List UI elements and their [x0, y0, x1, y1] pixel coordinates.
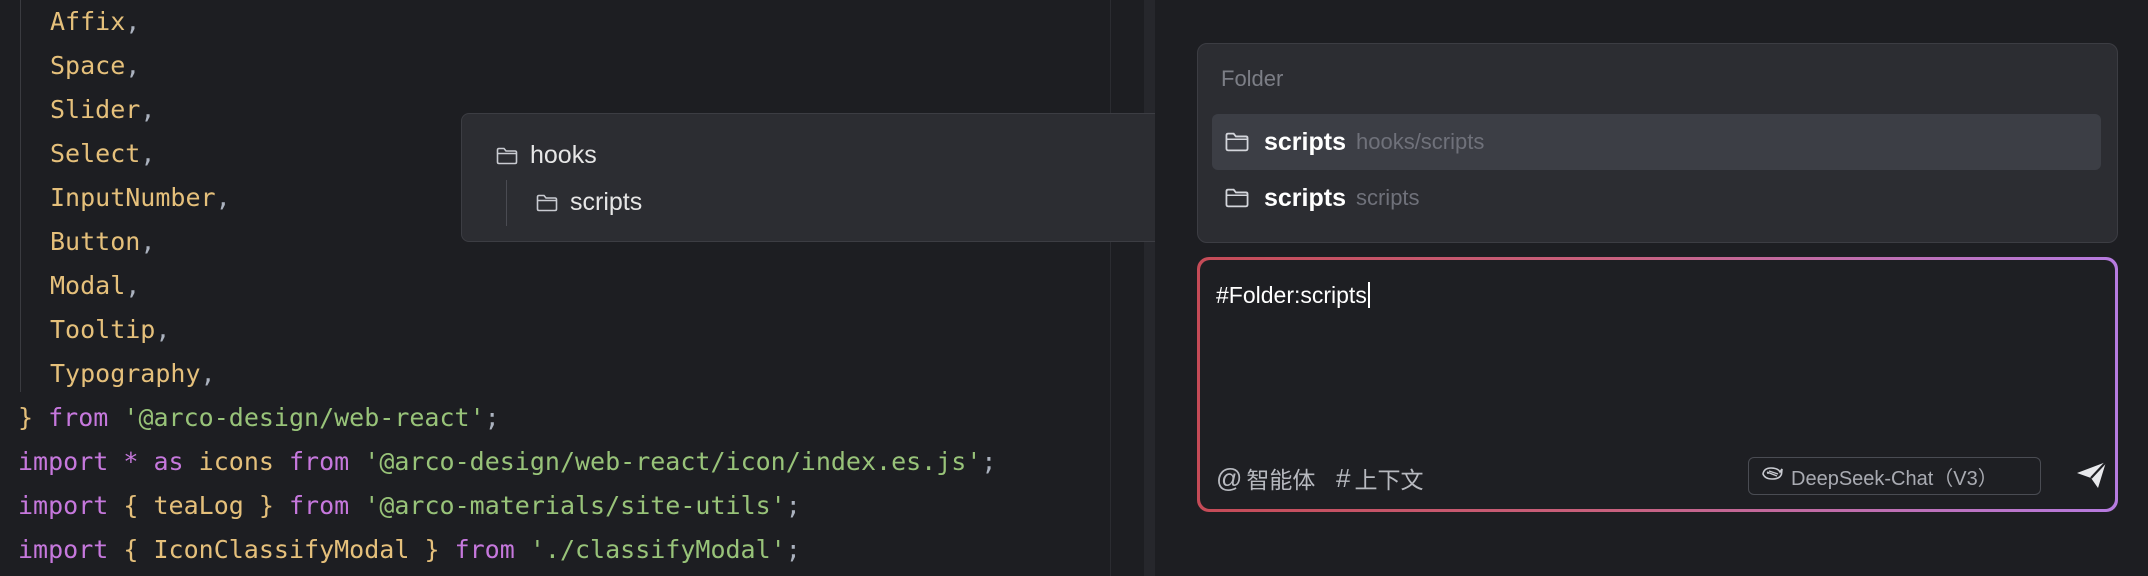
- comma: ,: [125, 51, 141, 80]
- tree-indent-guide: [506, 180, 507, 226]
- folder-icon: [1224, 188, 1250, 208]
- keyword: as: [153, 447, 184, 476]
- folder-tree-preview: hooks scripts: [461, 113, 1178, 242]
- folder-suggestion-popup: Folder scripts hooks/scripts scripts scr…: [1197, 43, 2118, 243]
- comma: ,: [140, 139, 156, 168]
- code-line: Affix,: [50, 0, 140, 44]
- chat-input-inner[interactable]: #Folder:scripts @ 智能体 # 上下文 DeepSeek-Cha…: [1200, 260, 2115, 509]
- send-button[interactable]: [2072, 459, 2112, 495]
- operator: *: [123, 447, 139, 476]
- import-name: Affix: [50, 7, 126, 36]
- brace: {: [123, 535, 139, 564]
- code-line: Slider,: [50, 88, 155, 132]
- agent-button-label: 智能体: [1246, 467, 1316, 493]
- folder-icon: [496, 147, 518, 165]
- app-window: Affix, Space, Slider, Select, InputNumbe…: [0, 0, 2148, 576]
- model-selector-label: DeepSeek-Chat（V3）: [1791, 467, 1998, 490]
- agent-button[interactable]: @ 智能体: [1216, 460, 1315, 496]
- chat-input-value: #Folder:scripts: [1216, 282, 1367, 308]
- comma: ,: [140, 95, 156, 124]
- code-line: Space,: [50, 44, 140, 88]
- code-line: import { IconClassifyModal } from './cla…: [18, 528, 801, 572]
- context-button-label: 上下文: [1354, 467, 1424, 493]
- semicolon: ;: [785, 535, 801, 564]
- keyword: import: [18, 447, 109, 476]
- keyword: from: [454, 535, 515, 564]
- suggestion-name: scripts: [1264, 183, 1346, 212]
- folder-icon: [536, 194, 558, 212]
- identifier: icons: [198, 447, 274, 476]
- code-line: } from '@arco-design/web-react';: [18, 396, 500, 440]
- string-literal: '@arco-materials/site-utils': [364, 491, 786, 520]
- semicolon: ;: [981, 447, 997, 476]
- import-name: InputNumber: [50, 183, 216, 212]
- code-line: Typography,: [50, 352, 216, 396]
- comma: ,: [125, 271, 141, 300]
- keyword: from: [48, 403, 109, 432]
- model-selector[interactable]: DeepSeek-Chat（V3）: [1748, 457, 2041, 495]
- code-editor[interactable]: Affix, Space, Slider, Select, InputNumbe…: [0, 0, 1110, 576]
- semicolon: ;: [785, 491, 801, 520]
- tree-item-label: scripts: [570, 188, 643, 216]
- import-name: Tooltip: [50, 315, 156, 344]
- editor-ruler: [1110, 0, 1111, 576]
- comma: ,: [125, 7, 141, 36]
- code-line: import { teaLog } from '@arco-materials/…: [18, 484, 801, 528]
- chat-input-box[interactable]: #Folder:scripts @ 智能体 # 上下文 DeepSeek-Cha…: [1197, 257, 2118, 512]
- string-literal: '@arco-design/web-react': [123, 403, 485, 432]
- send-icon: [2075, 460, 2109, 495]
- import-name: Select: [50, 139, 141, 168]
- brace: }: [424, 535, 440, 564]
- import-name: Space: [50, 51, 126, 80]
- suggestion-item[interactable]: scripts hooks/scripts: [1212, 114, 2101, 170]
- chat-input[interactable]: #Folder:scripts: [1216, 282, 1370, 309]
- code-line: Button,: [50, 220, 155, 264]
- chat-panel: Folder scripts hooks/scripts scripts scr…: [1155, 0, 2148, 576]
- indent-guide: [20, 0, 21, 392]
- brace: {: [123, 491, 139, 520]
- suggestion-header: Folder: [1221, 66, 1284, 91]
- suggestion-name: scripts: [1264, 127, 1346, 156]
- comma: ,: [155, 315, 171, 344]
- import-name: Modal: [50, 271, 126, 300]
- tree-item-label: hooks: [530, 141, 597, 169]
- brace: }: [258, 491, 274, 520]
- keyword: import: [18, 535, 109, 564]
- tree-item-hooks[interactable]: hooks: [496, 141, 597, 170]
- semicolon: ;: [484, 403, 500, 432]
- code-line: Modal,: [50, 264, 140, 308]
- comma: ,: [215, 183, 231, 212]
- string-literal: './classifyModal': [529, 535, 786, 564]
- brace: }: [18, 403, 34, 432]
- suggestion-item[interactable]: scripts scripts: [1212, 170, 2101, 226]
- suggestion-path: scripts: [1355, 185, 1420, 210]
- import-name: Typography: [50, 359, 201, 388]
- code-line: import * as icons from '@arco-design/web…: [18, 440, 996, 484]
- tree-item-scripts[interactable]: scripts: [536, 188, 642, 217]
- import-name: Button: [50, 227, 141, 256]
- keyword: from: [289, 491, 350, 520]
- at-icon: @: [1216, 462, 1243, 493]
- keyword: from: [289, 447, 350, 476]
- keyword: import: [18, 491, 109, 520]
- panel-divider[interactable]: [1144, 0, 1155, 576]
- comma: ,: [140, 227, 156, 256]
- code-line: InputNumber,: [50, 176, 231, 220]
- whale-icon: [1761, 463, 1783, 489]
- string-literal: '@arco-design/web-react/icon/index.es.js…: [364, 447, 982, 476]
- import-name: Slider: [50, 95, 141, 124]
- identifier: teaLog: [153, 491, 244, 520]
- folder-icon: [1224, 132, 1250, 152]
- text-caret: [1367, 282, 1370, 308]
- comma: ,: [200, 359, 216, 388]
- code-line: Tooltip,: [50, 308, 170, 352]
- hash-icon: #: [1336, 462, 1351, 493]
- suggestion-path: hooks/scripts: [1355, 129, 1485, 154]
- identifier: IconClassifyModal: [153, 535, 410, 564]
- context-button[interactable]: # 上下文: [1336, 460, 1423, 496]
- code-line: Select,: [50, 132, 155, 176]
